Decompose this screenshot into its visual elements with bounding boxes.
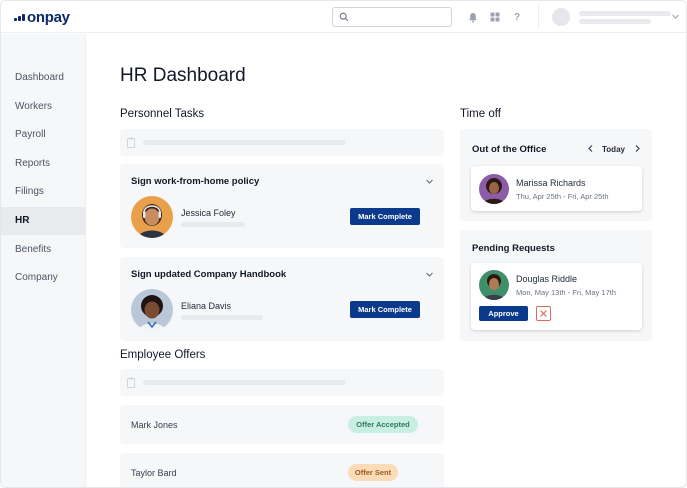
avatar [131,289,173,331]
user-role-placeholder [579,19,651,24]
person-name: Jessica Foley [181,208,236,218]
sidebar-item-filings[interactable]: Filings [1,178,86,206]
task-title: Sign updated Company Handbook [131,269,287,280]
approve-button[interactable]: Approve [479,306,528,321]
pending-requests-panel: Pending Requests Douglas Riddle Mon, May… [460,230,652,341]
employee-name: Douglas Riddle [516,274,578,284]
search-box[interactable] [332,7,452,27]
close-icon [540,310,547,317]
eliana-davis-photo-icon [131,289,173,331]
avatar [479,174,509,204]
help-icon[interactable]: ? [510,10,524,24]
search-input[interactable] [353,10,447,24]
logo-text: onpay [27,8,70,26]
clipboard-icon [127,137,135,148]
pending-request-entry: Douglas Riddle Mon, May 13th - Fri, May … [471,263,642,330]
app-window: onpay ? Dashboard Workers Payroll Report… [0,0,687,488]
placeholder-row [120,129,444,156]
reject-button[interactable] [536,306,551,321]
onpay-logo[interactable]: onpay [14,8,70,26]
avatar [479,270,509,300]
time-off-dates: Thu, Apr 25th - Fri, Apr 25th [516,192,609,201]
douglas-riddle-photo-icon [479,270,509,300]
person-name: Eliana Davis [181,301,232,311]
task-card: Sign updated Company Handbook Eliana Dav… [120,257,444,341]
status-badge: Offer Accepted [348,416,418,433]
grid-icon[interactable] [488,10,502,24]
sidebar-item-dashboard[interactable]: Dashboard [1,64,86,92]
task-title: Sign work-from-home policy [131,176,260,187]
list-item[interactable]: Taylor Bard Offer Sent [120,453,444,487]
employee-name: Taylor Bard [131,468,177,478]
marissa-richards-photo-icon [479,174,509,204]
top-header: onpay ? [1,1,686,33]
out-of-office-title: Out of the Office [472,144,547,155]
mark-complete-button[interactable]: Mark Complete [350,208,420,225]
employee-offers-title: Employee Offers [120,349,206,361]
time-off-dates: Mon, May 13th - Fri, May 17th [516,288,617,297]
placeholder-line [181,222,245,227]
sidebar-item-benefits[interactable]: Benefits [1,236,86,264]
mark-complete-button[interactable]: Mark Complete [350,301,420,318]
out-of-office-panel: Out of the Office Today Marissa Richards… [460,129,652,221]
page-title: HR Dashboard [120,65,246,86]
chevron-down-icon[interactable] [425,270,434,279]
sidebar-nav: Dashboard Workers Payroll Reports Filing… [1,34,86,487]
personnel-tasks-title: Personnel Tasks [120,108,205,120]
sidebar-item-payroll[interactable]: Payroll [1,121,86,149]
time-off-title: Time off [460,108,501,120]
placeholder-line [143,380,346,385]
chevron-right-icon[interactable] [633,144,642,153]
pending-requests-title: Pending Requests [472,243,555,254]
avatar [131,196,173,238]
logo-mark-icon [14,13,25,21]
task-card: Sign work-from-home policy Jessica Foley… [120,164,444,248]
user-avatar[interactable] [552,8,570,26]
chevron-down-icon[interactable] [425,177,434,186]
jessica-foley-photo-icon [131,196,173,238]
list-item[interactable]: Mark Jones Offer Accepted [120,405,444,444]
chevron-down-icon[interactable] [671,12,680,21]
user-name-placeholder [579,11,671,16]
placeholder-line [181,315,263,320]
employee-name: Mark Jones [131,420,178,430]
sidebar-item-company[interactable]: Company [1,264,86,292]
employee-name: Marissa Richards [516,178,586,188]
placeholder-line [143,140,346,145]
bell-icon[interactable] [466,10,480,24]
search-icon [339,12,349,22]
sidebar-item-hr[interactable]: HR [1,207,86,235]
sidebar-item-workers[interactable]: Workers [1,93,86,121]
header-divider [538,5,539,29]
clipboard-icon [127,377,135,388]
chevron-left-icon[interactable] [586,144,595,153]
placeholder-row [120,369,444,396]
time-off-entry[interactable]: Marissa Richards Thu, Apr 25th - Fri, Ap… [471,166,642,211]
sidebar-item-reports[interactable]: Reports [1,150,86,178]
today-button[interactable]: Today [602,145,625,154]
status-badge: Offer Sent [348,464,398,481]
